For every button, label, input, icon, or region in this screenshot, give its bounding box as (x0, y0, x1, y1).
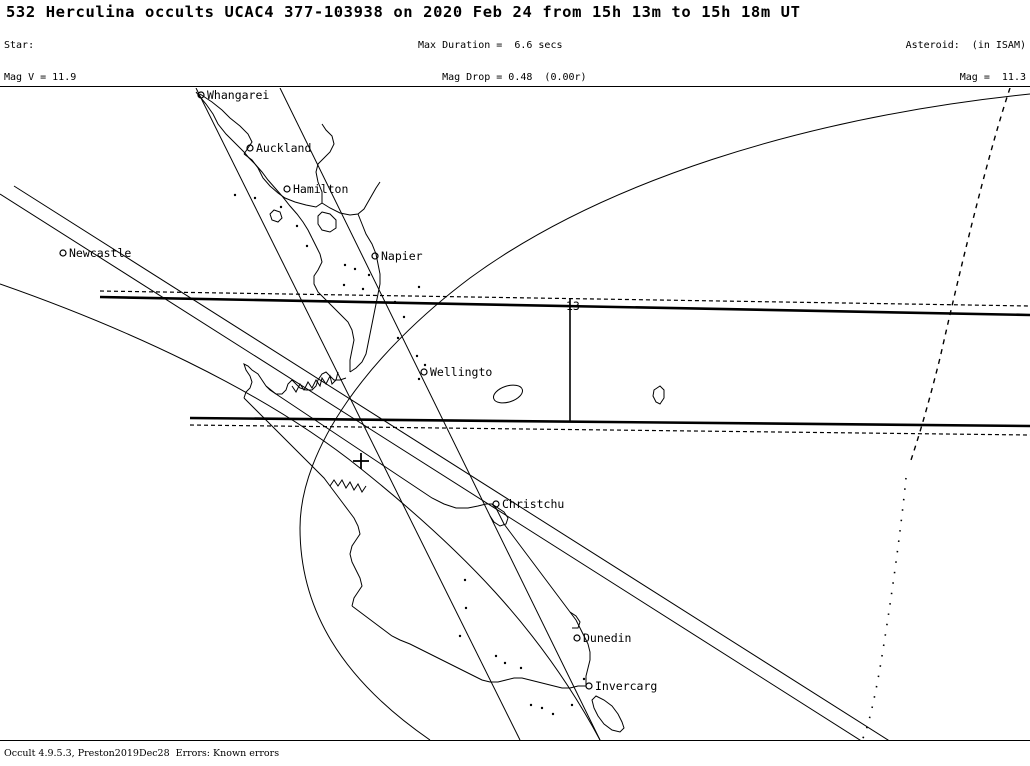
town-dot (295, 224, 299, 228)
town-dot (305, 244, 309, 248)
city-marker-dunedin[interactable]: Dunedin (573, 631, 631, 645)
software-credit: Occult 4.9.5.3, Preston2019Dec28 Errors:… (4, 748, 280, 759)
town-dot (353, 267, 357, 271)
town-dot (540, 706, 544, 710)
town-dot (570, 703, 574, 707)
town-dot (519, 666, 523, 670)
city-marker-hamilton[interactable]: Hamilton (283, 182, 348, 196)
city-label: Napier (381, 249, 423, 263)
header-panel: 532 Herculina occults UCAC4 377-103938 o… (0, 0, 1030, 210)
town-dot (494, 654, 498, 658)
city-marker-whangarei[interactable]: Whangarei (197, 88, 269, 102)
mag-drop: Mag Drop = 0.48 (0.00r) (418, 71, 587, 83)
town-dot (503, 661, 507, 665)
asteroid-mag: Mag = 11.3 (959, 71, 1026, 83)
occultation-prediction-page: 532 Herculina occults UCAC4 377-103938 o… (0, 0, 1030, 766)
max-duration: Max Duration = 6.6 secs (418, 40, 563, 52)
town-dot (402, 315, 406, 319)
city-marker-newcastle[interactable]: Newcastle (59, 246, 131, 260)
city-label: Hamilton (293, 182, 348, 196)
city-marker-christchurch[interactable]: Christchu (492, 497, 564, 511)
asteroid-heading: Asteroid: (in ISAM) (905, 40, 1026, 52)
town-dot (551, 712, 555, 716)
town-dot (458, 634, 462, 638)
town-dot (279, 205, 283, 209)
town-dot (417, 377, 421, 381)
town-dot (342, 283, 346, 287)
footer-divider (0, 740, 1030, 741)
city-label: Whangarei (207, 88, 269, 102)
star-magnitude: Mag V = 11.9 (4, 71, 77, 83)
city-label: Auckland (256, 141, 311, 155)
city-label: Christchu (502, 497, 564, 511)
town-dot (393, 300, 397, 304)
page-title: 532 Herculina occults UCAC4 377-103938 o… (6, 3, 801, 21)
town-dot (464, 606, 468, 610)
city-marker-wellington[interactable]: Wellingto (420, 365, 492, 379)
footer-panel: Occult 4.9.5.3, Preston2019Dec28 Errors:… (0, 740, 1030, 766)
city-label: Newcastle (69, 246, 131, 260)
town-dot (253, 196, 257, 200)
header-divider (0, 86, 1030, 87)
city-marker-auckland[interactable]: Auckland (246, 141, 311, 155)
town-dot (529, 703, 533, 707)
town-dot (233, 193, 237, 197)
city-label: Dunedin (583, 631, 631, 645)
town-dot (417, 285, 421, 289)
town-dot (582, 677, 586, 681)
town-dot (463, 578, 467, 582)
star-heading: Star: (4, 40, 35, 52)
city-label: Wellingto (430, 365, 492, 379)
town-dot (343, 263, 347, 267)
town-dot (367, 273, 371, 277)
map-canvas (0, 88, 1030, 740)
town-dot (415, 354, 419, 358)
time-tick-13-label: 13 (566, 299, 580, 313)
occultation-map[interactable]: 13 Whangarei Auckland Hamilton Napier Ne… (0, 88, 1030, 740)
town-dot (361, 287, 365, 291)
city-label: Invercarg (595, 679, 657, 693)
city-marker-invercargill[interactable]: Invercarg (585, 679, 657, 693)
map-background (0, 88, 1030, 740)
town-dot (423, 363, 427, 367)
town-dot (396, 336, 400, 340)
